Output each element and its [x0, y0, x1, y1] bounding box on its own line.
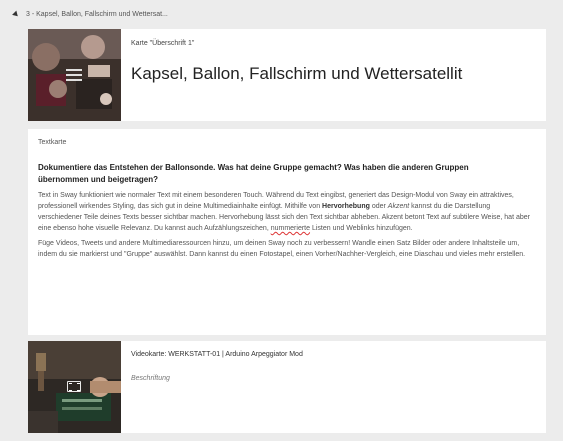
text-paragraph-2[interactable]: Füge Videos, Tweets und andere Multimedi…: [38, 238, 535, 260]
section-header[interactable]: 3 - Kapsel, Ballon, Fallschirm und Wette…: [0, 0, 563, 28]
heading-card-thumbnail[interactable]: [28, 29, 121, 121]
heading-card-icon: [66, 69, 82, 81]
card-type-label: Karte "Überschrift 1": [131, 40, 195, 47]
caption-field[interactable]: Beschriftung: [131, 375, 170, 382]
film-icon: [67, 381, 81, 392]
video-card-label: Videokarte: WERKSTATT-01 | Arduino Arpeg…: [131, 351, 303, 358]
chevron-down-icon[interactable]: [12, 10, 20, 18]
text-paragraph-1[interactable]: Text in Sway funktioniert wie normaler T…: [38, 190, 535, 234]
sway-storyline: 3 - Kapsel, Ballon, Fallschirm und Wette…: [0, 0, 563, 441]
text-card-label: Textkarte: [38, 139, 67, 146]
text-card-heading[interactable]: Dokumentiere das Entstehen der Ballonson…: [38, 162, 488, 186]
card-title[interactable]: Kapsel, Ballon, Fallschirm und Wettersat…: [131, 64, 462, 84]
text-card[interactable]: Textkarte Dokumentiere das Entstehen der…: [28, 129, 546, 335]
accent-text: Akzent: [387, 203, 410, 210]
spelling-flag[interactable]: nummerierte: [271, 225, 310, 232]
video-card[interactable]: Videokarte: WERKSTATT-01 | Arduino Arpeg…: [28, 341, 546, 433]
heading-card[interactable]: Karte "Überschrift 1" Kapsel, Ballon, Fa…: [28, 29, 546, 121]
video-thumbnail[interactable]: [28, 341, 121, 433]
emphasis-text: Hervorhebung: [322, 203, 370, 210]
section-title: 3 - Kapsel, Ballon, Fallschirm und Wette…: [26, 10, 168, 18]
